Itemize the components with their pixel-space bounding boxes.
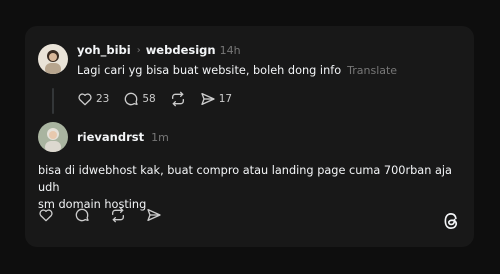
thread-connector-line [52, 88, 54, 114]
reply-button[interactable] [74, 207, 90, 223]
reply-actions [38, 207, 176, 223]
repost-button[interactable] [110, 207, 126, 223]
post-text: Lagi cari yg bisa buat website, boleh do… [77, 64, 342, 77]
heart-icon [77, 91, 93, 107]
post-username[interactable]: yoh_bibi [77, 43, 131, 57]
like-button[interactable] [38, 207, 54, 223]
like-count: 23 [96, 93, 110, 105]
repost-button[interactable] [170, 91, 186, 107]
comment-icon [74, 207, 90, 223]
threads-logo-icon[interactable] [442, 211, 460, 235]
reply-count: 58 [142, 93, 156, 105]
avatar[interactable] [38, 122, 68, 152]
post-actions: 23 58 17 [77, 91, 246, 107]
repost-icon [110, 207, 126, 223]
heart-icon [38, 207, 54, 223]
avatar[interactable] [38, 44, 68, 74]
reply-timestamp: 1m [151, 130, 169, 144]
like-button[interactable]: 23 [77, 91, 109, 107]
chevron-right-icon: › [136, 44, 141, 56]
share-button[interactable] [146, 207, 162, 223]
comment-icon [123, 91, 139, 107]
share-button[interactable]: 17 [200, 91, 232, 107]
reply-text-line: bisa di idwebhost kak, buat compro atau … [38, 164, 452, 194]
reply-button[interactable]: 58 [123, 91, 156, 107]
community-link[interactable]: webdesign [146, 43, 216, 57]
translate-link[interactable]: Translate [347, 64, 397, 77]
send-icon [200, 91, 216, 107]
reply-username[interactable]: rievandrst [77, 130, 144, 144]
thread-card: yoh_bibi › webdesign 14h Lagi cari yg bi… [25, 26, 474, 247]
share-count: 17 [218, 93, 233, 105]
repost-icon [170, 91, 186, 107]
send-icon [146, 207, 162, 223]
post-timestamp: 14h [219, 43, 241, 57]
